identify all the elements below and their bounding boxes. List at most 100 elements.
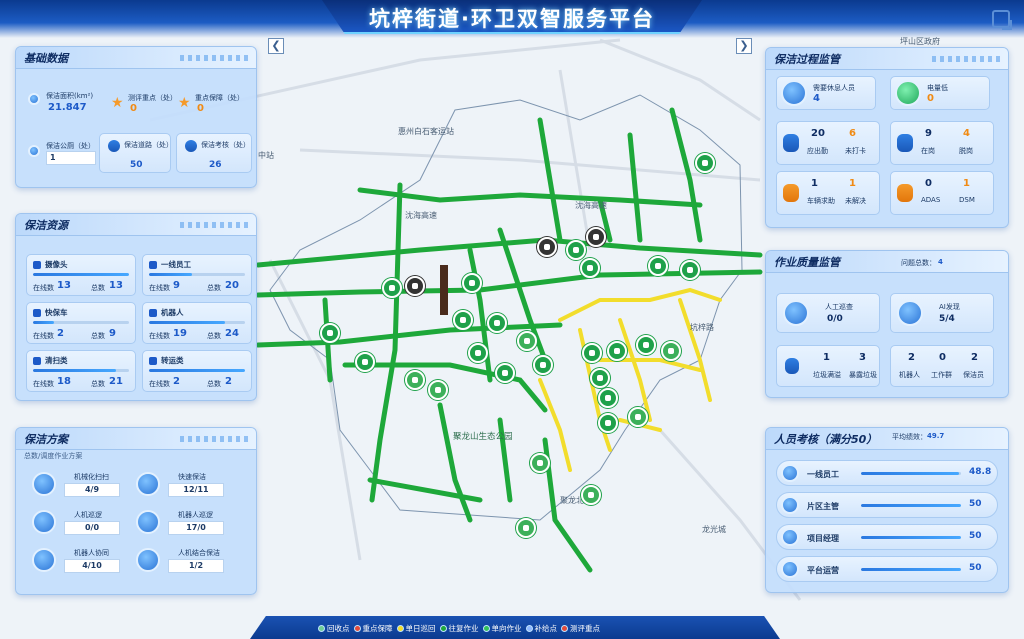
resource-bar: [33, 321, 129, 324]
manual-label: 人工巡查: [825, 303, 853, 311]
stat-value: 26: [209, 160, 222, 170]
stat-label: 暴露垃圾: [849, 371, 877, 379]
resource-bar: [149, 321, 245, 324]
plan-name: 人机巡逻: [74, 511, 102, 519]
online-value: 18: [57, 376, 71, 387]
legend-item[interactable]: 重点保障: [353, 623, 393, 634]
rest-value: 4: [813, 93, 820, 104]
resource-card[interactable]: 转运类 在线数 2 总数 2: [142, 350, 252, 392]
resource-card[interactable]: 机器人 在线数 19 总数 24: [142, 302, 252, 344]
map-marker[interactable]: [320, 323, 340, 343]
map-marker[interactable]: [695, 153, 715, 173]
map-marker[interactable]: [462, 273, 482, 293]
legend-item[interactable]: 往复作业: [439, 623, 479, 634]
map-marker[interactable]: [661, 341, 681, 361]
map-marker[interactable]: [453, 310, 473, 330]
source-stats-card[interactable]: 2 机器人 0 工作群 2 保洁员: [890, 345, 994, 387]
battery-label: 电量低: [927, 84, 948, 92]
attendance-card[interactable]: 20 应出勤 6 未打卡: [776, 121, 880, 165]
fullscreen-icon[interactable]: [992, 10, 1012, 30]
map-marker[interactable]: [428, 380, 448, 400]
map-marker[interactable]: [648, 256, 668, 276]
attendance-card[interactable]: 1 车辆求助 1 未解决: [776, 171, 880, 215]
assessment-row[interactable]: 平台运营 50: [776, 556, 998, 582]
garbage-stats-card[interactable]: 1 垃圾满溢 3 暴露垃圾: [776, 345, 880, 387]
collapse-left-button[interactable]: ❮: [268, 38, 284, 54]
avg-value: 49.7: [927, 432, 945, 440]
map-marker[interactable]: [495, 363, 515, 383]
collapse-right-button[interactable]: ❯: [736, 38, 752, 54]
resource-card[interactable]: 快保车 在线数 2 总数 9: [26, 302, 136, 344]
assessment-row[interactable]: 项目经理 50: [776, 524, 998, 550]
role-name: 片区主管: [807, 502, 839, 511]
manual-inspection-card[interactable]: 人工巡查 0/0: [776, 293, 880, 333]
resource-name: 一线员工: [161, 260, 191, 269]
map-marker[interactable]: [355, 352, 375, 372]
resource-card[interactable]: 摄像头 在线数 13 总数 13: [26, 254, 136, 296]
stat-value: 2: [908, 352, 915, 363]
cell-value: 9: [925, 128, 932, 139]
map-marker[interactable]: [537, 237, 557, 257]
stat-label: 机器人: [899, 371, 920, 379]
map-label-longguang: 龙光城: [702, 525, 726, 534]
plan-icon: [32, 472, 56, 496]
map-marker[interactable]: [636, 335, 656, 355]
map-marker[interactable]: [598, 388, 618, 408]
legend-item[interactable]: 单日巡回: [396, 623, 436, 634]
battery-card[interactable]: 电量低 0: [890, 76, 990, 110]
map-marker[interactable]: [517, 331, 537, 351]
map-marker[interactable]: [586, 227, 606, 247]
map-marker[interactable]: [580, 258, 600, 278]
cell-value: 1: [811, 178, 818, 189]
road-card[interactable]: 保洁道路（处） 50: [99, 133, 173, 173]
map-label-highway-2: 沈海高速: [575, 201, 607, 210]
resource-icon: [149, 357, 157, 365]
resource-card[interactable]: 一线员工 在线数 9 总数 20: [142, 254, 252, 296]
attendance-card[interactable]: 9 在岗 4 脱岗: [890, 121, 994, 165]
map-marker[interactable]: [405, 370, 425, 390]
map-marker[interactable]: [607, 341, 627, 361]
map-marker[interactable]: [382, 278, 402, 298]
panel-title: 保洁方案: [24, 433, 68, 446]
total-value: 21: [109, 376, 123, 387]
resource-icon: [33, 261, 41, 269]
map-marker[interactable]: [468, 343, 488, 363]
resource-card[interactable]: 清扫类 在线数 18 总数 21: [26, 350, 136, 392]
map-marker[interactable]: [680, 260, 700, 280]
map-marker[interactable]: [516, 518, 536, 538]
legend-item[interactable]: 补给点: [525, 623, 557, 634]
online-label: 在线数: [33, 284, 54, 292]
map-marker[interactable]: [590, 368, 610, 388]
plan-value: 0/0: [64, 521, 120, 535]
map-marker[interactable]: [566, 240, 586, 260]
attendance-card[interactable]: 0 ADAS 1 DSM: [890, 171, 994, 215]
ai-detect-card[interactable]: AI发现 5/4: [890, 293, 994, 333]
map-marker[interactable]: [598, 413, 618, 433]
total-label: 总数: [207, 380, 221, 388]
legend-item[interactable]: 回收点: [318, 623, 350, 634]
map-marker[interactable]: [487, 313, 507, 333]
online-label: 在线数: [33, 380, 54, 388]
legend-item[interactable]: 单向作业: [482, 623, 522, 634]
map-marker[interactable]: [530, 453, 550, 473]
map-marker[interactable]: [582, 343, 602, 363]
map-marker[interactable]: [405, 276, 425, 296]
score-value: 50: [969, 563, 982, 573]
legend-item[interactable]: 测评重点: [561, 623, 600, 634]
stat-value: 0: [197, 103, 204, 114]
assessment-row[interactable]: 片区主管 50: [776, 492, 998, 518]
battery-icon: [895, 80, 921, 106]
assessment-card[interactable]: 保洁考核（处） 26: [176, 133, 252, 173]
problem-count-label: 问题总数：: [901, 259, 936, 267]
cell-label: 未解决: [845, 197, 866, 205]
star-icon: ★: [178, 95, 191, 111]
role-name: 平台运营: [807, 566, 839, 575]
cell-value: 6: [849, 128, 856, 139]
map-marker[interactable]: [533, 355, 553, 375]
panel-quality: 作业质量监管 问题总数： 4 人工巡查 0/0 AI发现 5/4 1 垃圾满溢 …: [765, 250, 1009, 398]
rest-card[interactable]: 需要休息人员 4: [776, 76, 876, 110]
map-marker[interactable]: [581, 485, 601, 505]
resource-bar: [149, 369, 245, 372]
assessment-row[interactable]: 一线员工 48.8: [776, 460, 998, 486]
map-marker[interactable]: [628, 407, 648, 427]
